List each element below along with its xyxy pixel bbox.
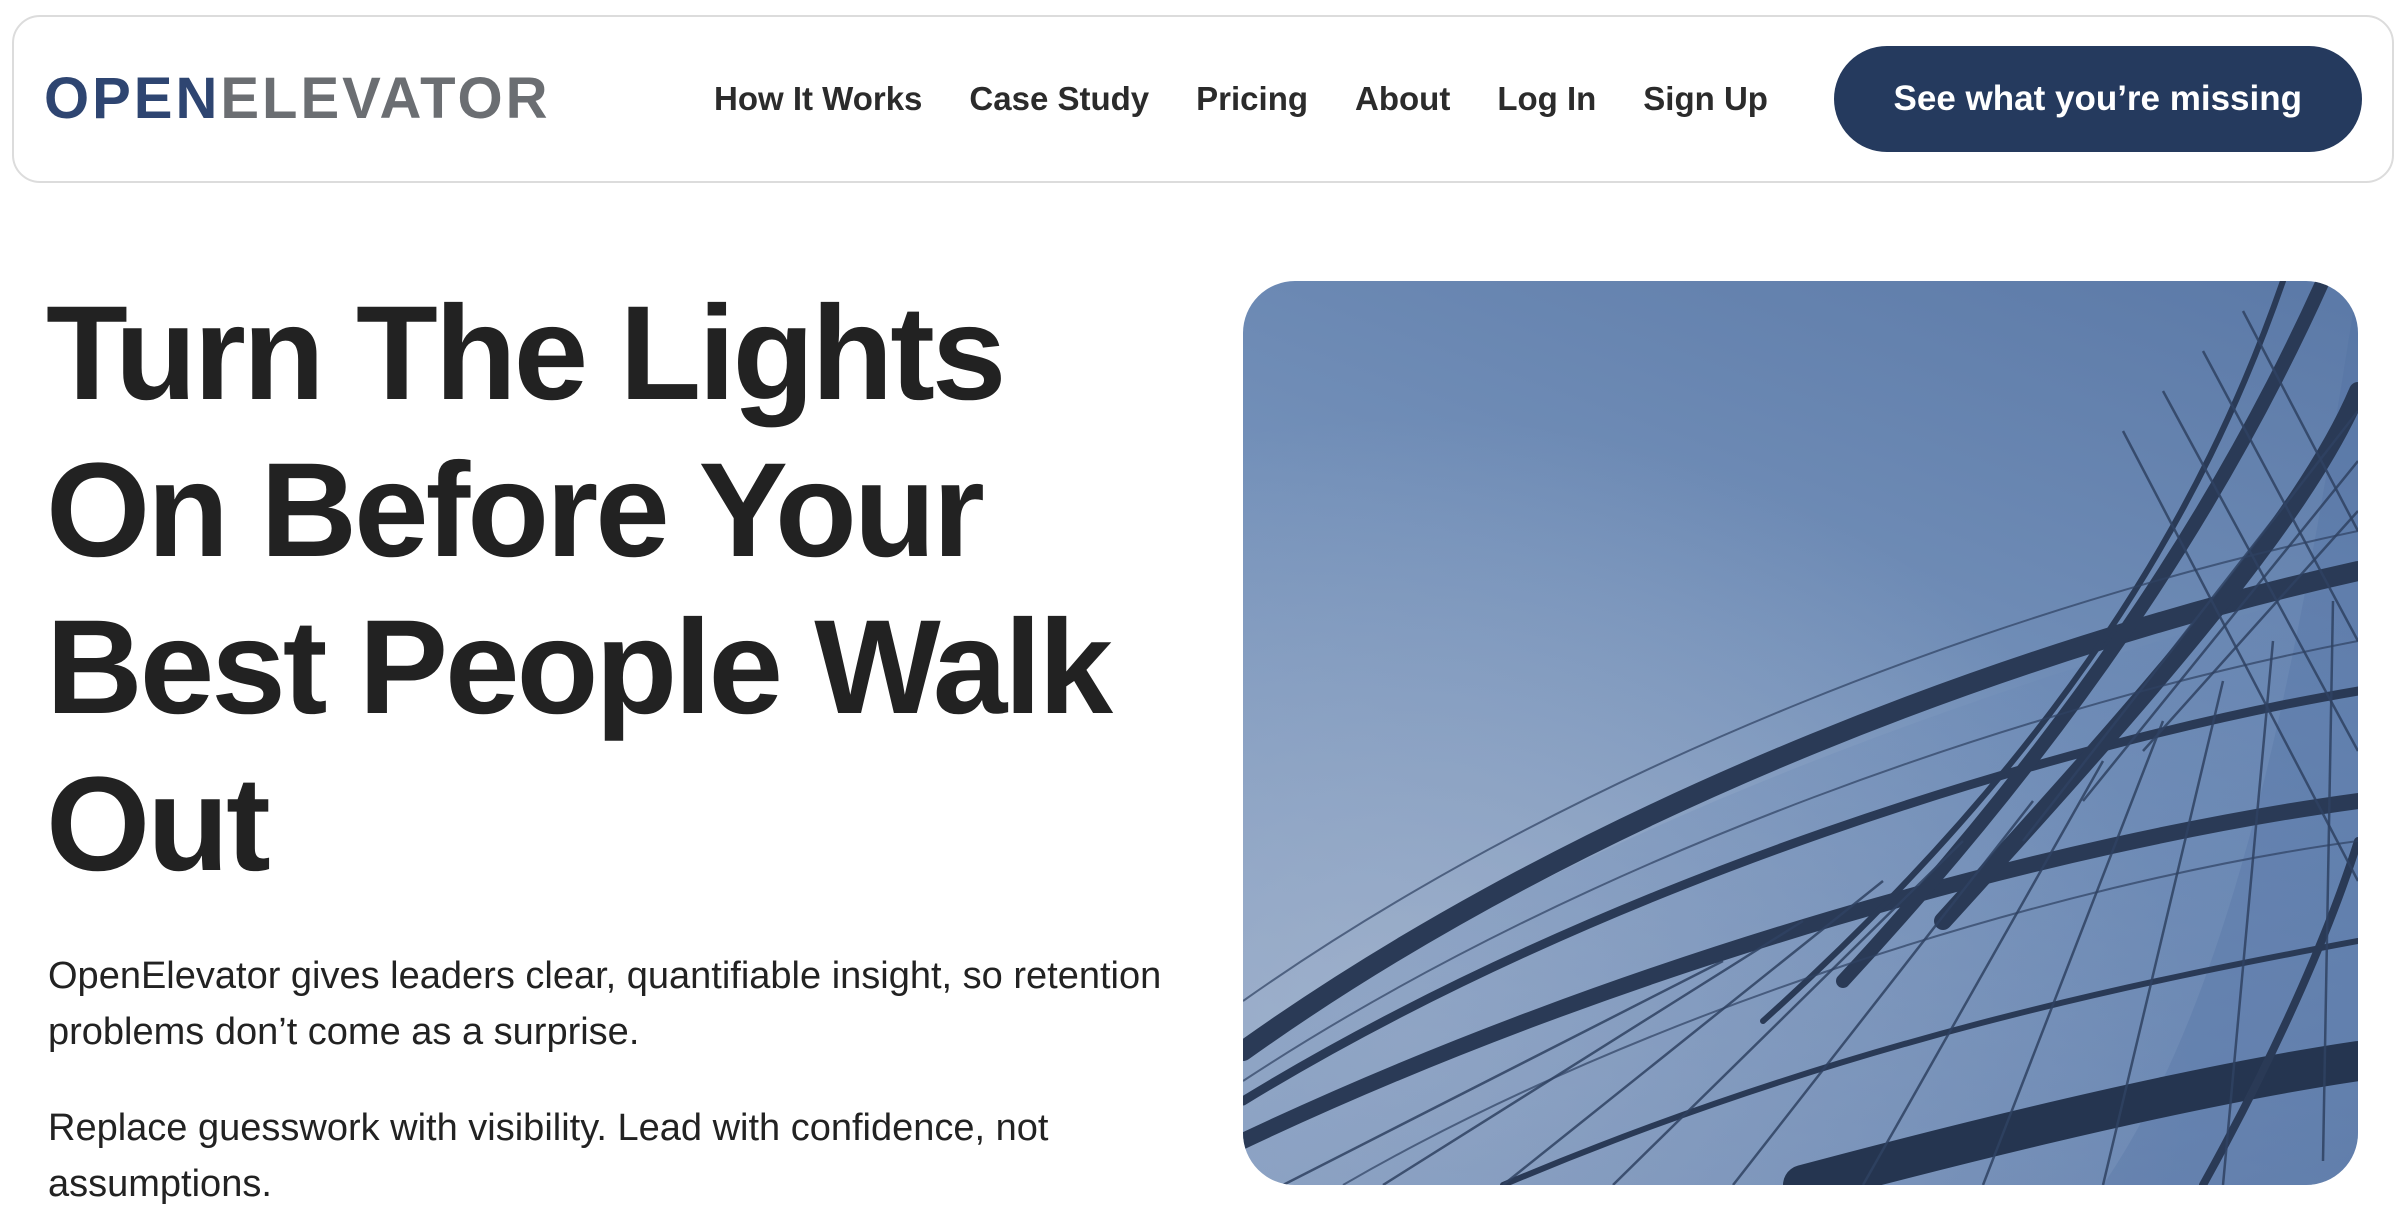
nav-link-about[interactable]: About (1355, 80, 1450, 118)
site-header: OPENELEVATOR How It Works Case Study Pri… (12, 15, 2394, 183)
logo-text-elevator: ELEVATOR (220, 66, 551, 131)
logo-text-open: OPEN (44, 66, 221, 131)
hero-description: OpenElevator gives leaders clear, quanti… (48, 955, 1162, 1053)
hero-building-image (1243, 281, 2358, 1185)
nav-link-pricing[interactable]: Pricing (1196, 80, 1308, 118)
nav-link-sign-up[interactable]: Sign Up (1643, 80, 1768, 118)
nav-link-how-it-works[interactable]: How It Works (714, 80, 922, 118)
glass-building-illustration (1243, 281, 2358, 1185)
hero-title: Turn The Lights On Before Your Best Peop… (46, 279, 1113, 899)
hero-subdescription: Replace guesswork with visibility. Lead … (48, 1107, 1049, 1205)
nav-link-log-in[interactable]: Log In (1497, 80, 1596, 118)
nav-link-case-study[interactable]: Case Study (969, 80, 1149, 118)
openelevator-logo[interactable]: OPENELEVATOR (44, 70, 551, 128)
see-what-youre-missing-button[interactable]: See what you’re missing (1833, 46, 2362, 152)
main-nav: How It Works Case Study Pricing About Lo… (714, 80, 1768, 118)
